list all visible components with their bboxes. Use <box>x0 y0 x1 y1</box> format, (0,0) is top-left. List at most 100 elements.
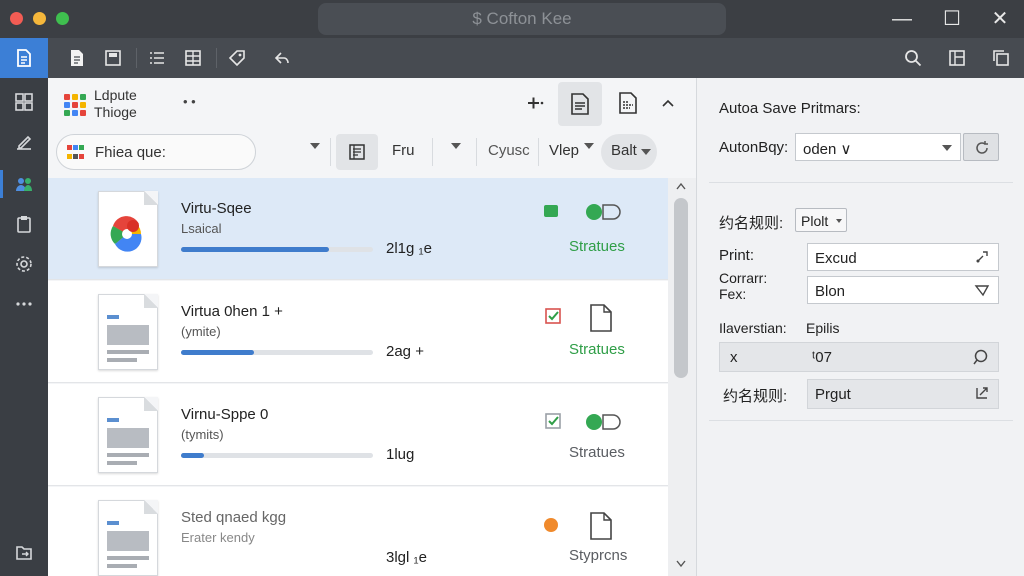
rail-users[interactable] <box>0 164 48 204</box>
plus-icon <box>528 97 544 109</box>
file-size: 1lug <box>386 446 415 463</box>
scroll-up-icon[interactable] <box>676 182 686 190</box>
document-edit-button[interactable] <box>616 90 640 116</box>
file-thumbnail <box>98 294 158 370</box>
file-subtitle: Erater kendy <box>181 530 255 545</box>
naming-rule-value: Plolt <box>801 213 829 229</box>
file-size: 3lgl ₁e <box>386 549 427 566</box>
clipboard-icon <box>17 216 31 233</box>
users-icon <box>16 178 32 191</box>
layout-button[interactable] <box>942 43 972 73</box>
rail-grid[interactable] <box>0 82 48 122</box>
copy-button[interactable] <box>986 43 1016 73</box>
divider <box>476 138 477 166</box>
progress-bar <box>181 247 373 252</box>
search-button[interactable] <box>898 43 928 73</box>
document-preview <box>107 315 149 366</box>
document-icon <box>590 304 612 332</box>
send-icon <box>974 285 990 297</box>
naming-rule-label: 约名规则: <box>719 215 784 232</box>
minimize-button[interactable]: — <box>888 6 916 32</box>
toggle-status-icon[interactable] <box>584 412 630 432</box>
checkbox-checked-icon[interactable] <box>544 412 562 430</box>
file-size: 2l1g ₁e <box>386 240 432 257</box>
vlep-dropdown-caret[interactable] <box>584 143 594 149</box>
header-dots: • • <box>183 94 196 109</box>
toolbar-separator <box>216 48 217 68</box>
cyusc-filter[interactable]: Cyusc <box>488 142 530 159</box>
file-thumbnail <box>98 191 158 267</box>
settings-panel: Autoa Save Pritmars: AutonBqy: oden ∨ 约名… <box>696 78 1024 576</box>
list-item[interactable]: Sted qnaed kgg Erater kendy 3lgl ₁e Styp… <box>48 487 668 576</box>
maximize-button[interactable]: ☐ <box>938 6 966 32</box>
fru-dropdown-caret[interactable] <box>451 143 461 149</box>
panel-divider <box>709 182 1013 183</box>
detail-list-icon <box>349 144 365 160</box>
ilaverstian-label: Ilaverstian: <box>719 320 787 336</box>
vlep-filter[interactable]: Vlep <box>549 142 579 159</box>
detail-view-button[interactable] <box>336 134 378 170</box>
progress-fill <box>181 247 329 252</box>
add-button[interactable] <box>524 92 546 114</box>
rail-more[interactable] <box>0 284 48 324</box>
fru-filter[interactable]: Fru <box>392 142 415 159</box>
scroll-thumb[interactable] <box>674 198 688 378</box>
print-input[interactable]: Excud <box>807 243 999 271</box>
chevron-down-icon <box>942 145 952 151</box>
checkbox-checked-icon[interactable] <box>544 307 562 325</box>
rail-export[interactable] <box>0 532 48 572</box>
list-item[interactable]: Virtu-Sqee Lsaical 2l1g ₁e Stratues <box>48 178 668 280</box>
naming-rule-select[interactable]: Plolt <box>795 208 847 232</box>
rail-edit[interactable] <box>0 122 48 162</box>
status-text: Styprcns <box>569 547 628 564</box>
save-icon <box>105 50 121 66</box>
progress-bar <box>181 453 373 458</box>
progress-bar <box>181 350 373 355</box>
search-clear[interactable]: x <box>730 349 738 366</box>
table-view-button[interactable] <box>178 43 208 73</box>
status-text: Stratues <box>569 341 625 358</box>
list-scrollbar[interactable] <box>668 178 696 576</box>
scroll-down-icon[interactable] <box>676 560 686 568</box>
close-window-button[interactable] <box>10 12 23 25</box>
filter-bar: Fhiea que: Fru Cyusc Vlep Balt <box>48 128 696 178</box>
search-icon <box>905 50 922 67</box>
file-subtitle: (ymite) <box>181 324 221 339</box>
autonbay-select[interactable]: oden ∨ <box>795 133 961 161</box>
zoom-window-button[interactable] <box>56 12 69 25</box>
tag-icon <box>228 50 245 67</box>
fex-input[interactable]: Blon <box>807 276 999 304</box>
search-field[interactable]: Fhiea que: <box>56 134 256 170</box>
divider <box>432 138 433 166</box>
close-button[interactable]: ✕ <box>986 6 1014 32</box>
search-dropdown-caret[interactable] <box>310 143 320 149</box>
app-name: Ldpute Thioge <box>94 87 137 120</box>
naming-rule-input[interactable]: Prgut <box>807 379 999 409</box>
toggle-status-icon[interactable] <box>584 202 630 222</box>
file-title: Virnu-Sppe 0 <box>181 406 269 423</box>
list-item[interactable]: Virtua 0hen 1 + (ymite) 2ag + Stratues <box>48 281 668 383</box>
balt-filter-button[interactable]: Balt <box>601 134 657 170</box>
rail-clipboard[interactable] <box>0 204 48 244</box>
main-header: Ldpute Thioge • • <box>48 78 696 128</box>
link-icon <box>976 251 988 263</box>
minimize-window-button[interactable] <box>33 12 46 25</box>
search-input[interactable]: x ᵗ07 <box>719 342 999 372</box>
list-item[interactable]: Virnu-Sppe 0 (tymits) 1lug Stratues <box>48 384 668 486</box>
file-subtitle: Lsaical <box>181 221 222 236</box>
new-file-button[interactable] <box>62 43 92 73</box>
refresh-button[interactable] <box>963 133 999 161</box>
panel-divider <box>709 420 1013 421</box>
rail-documents[interactable] <box>0 38 48 78</box>
print-value: Excud <box>815 250 857 267</box>
document-view-button[interactable] <box>558 82 602 126</box>
share-button[interactable] <box>266 43 296 73</box>
save-button[interactable] <box>98 43 128 73</box>
list-view-button[interactable] <box>142 43 172 73</box>
collapse-button[interactable] <box>658 94 678 112</box>
more-icon <box>16 302 32 306</box>
rail-settings[interactable] <box>0 244 48 284</box>
tag-button[interactable] <box>222 43 252 73</box>
left-rail <box>0 38 48 576</box>
corrarr-label: Corrarr: Fex: <box>719 270 768 302</box>
